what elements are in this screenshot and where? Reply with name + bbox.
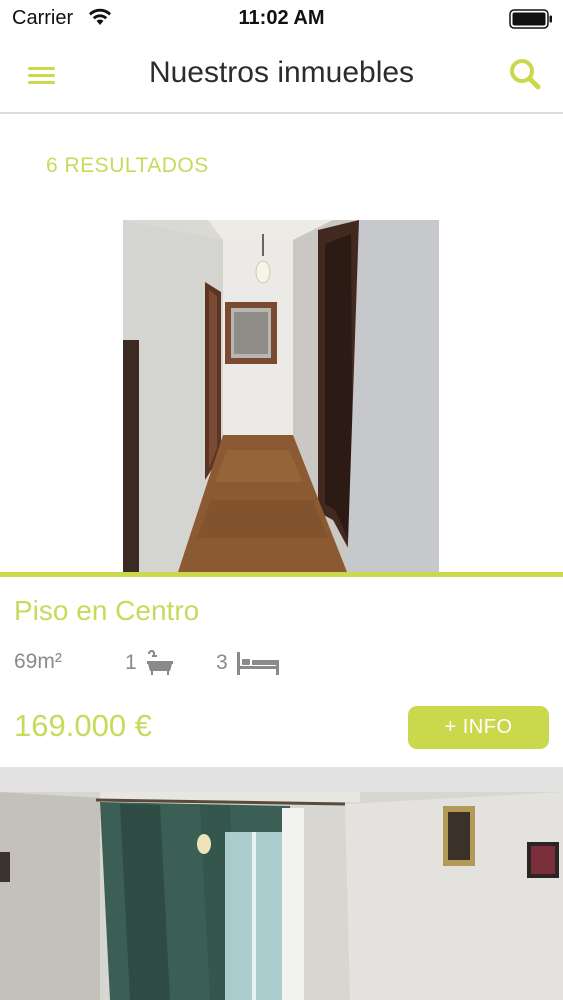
listing-photo-bedroom[interactable]: [0, 792, 563, 1000]
bed-icon: [236, 650, 280, 676]
nav-bar: Nuestros inmuebles: [0, 38, 563, 114]
bedrooms-value: 3: [216, 651, 228, 674]
card-separator: [0, 767, 563, 792]
status-time: 11:02 AM: [238, 7, 325, 29]
listing-title[interactable]: Piso en Centro: [14, 595, 199, 627]
status-bar: Carrier 11:02 AM: [0, 0, 563, 38]
search-button[interactable]: [505, 54, 545, 94]
page-title: Nuestros inmuebles: [148, 56, 415, 89]
results-count: 6 RESULTADOS: [46, 154, 209, 177]
area-value: 69m²: [14, 650, 62, 673]
search-icon: [505, 59, 545, 98]
bathrooms-value: 1: [125, 651, 137, 674]
listing-photo-hallway[interactable]: [123, 220, 439, 572]
battery-icon: [509, 9, 553, 34]
listing-features: 69m² 1 3: [14, 650, 414, 680]
bathtub-icon: [145, 650, 175, 676]
bathrooms-feature: 1: [125, 650, 175, 676]
more-info-button[interactable]: + INFO: [408, 706, 549, 749]
area-feature: 69m²: [14, 650, 62, 674]
card-accent-line: [0, 572, 563, 577]
bedrooms-feature: 3: [216, 650, 280, 676]
listing-price: 169.000 €: [14, 708, 152, 743]
